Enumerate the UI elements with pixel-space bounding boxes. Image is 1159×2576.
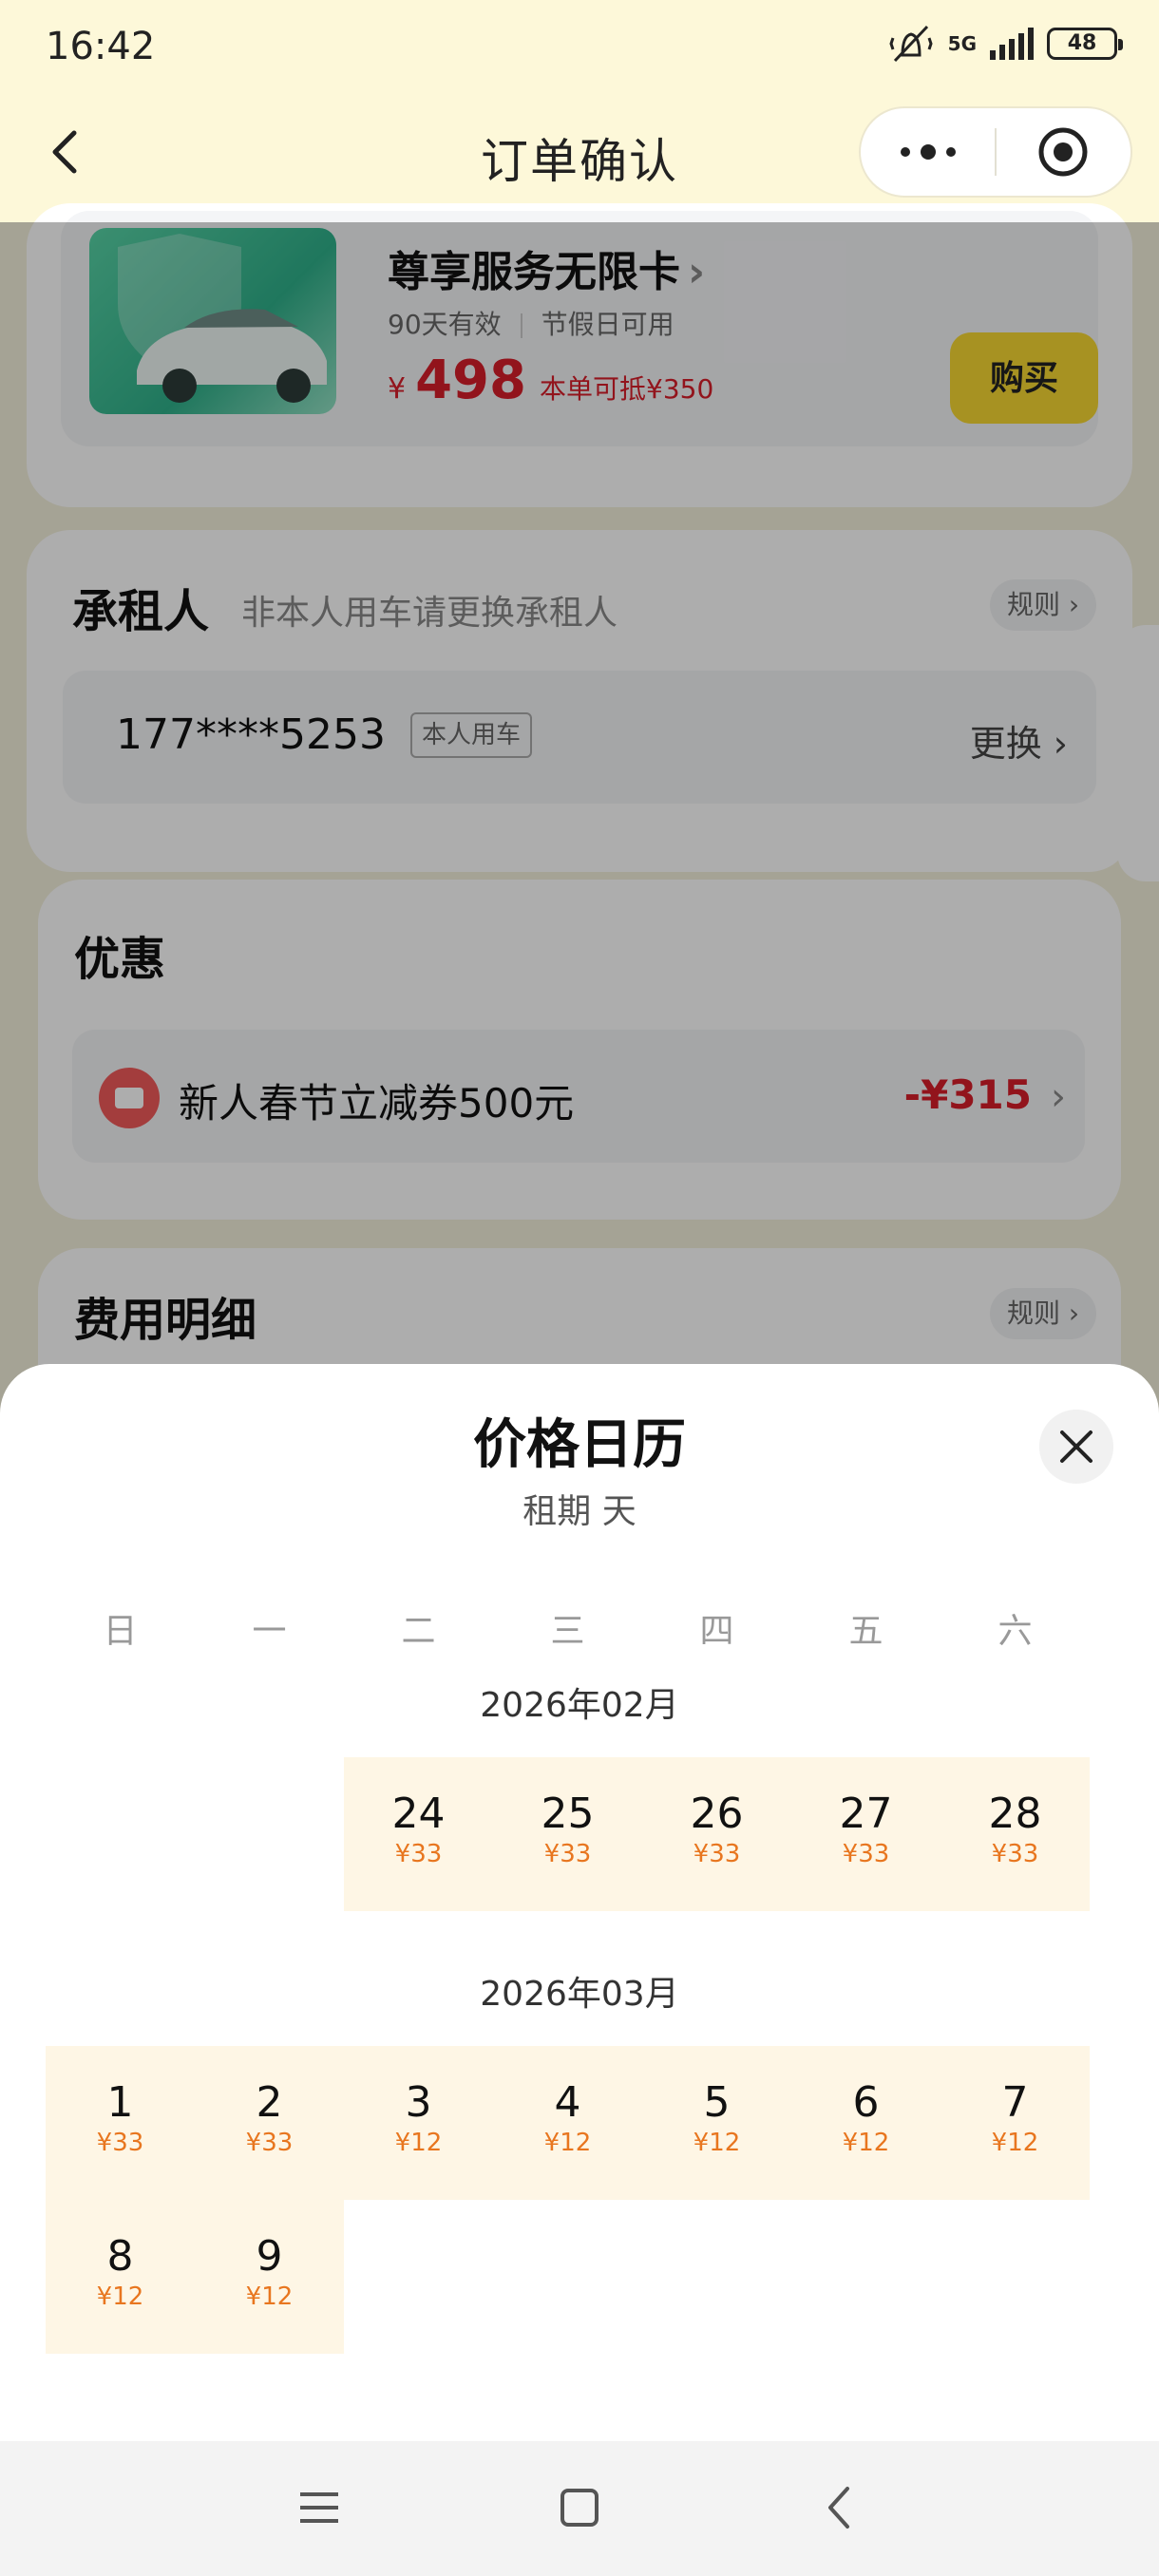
battery-icon: 48 [1047,28,1123,60]
day-number: 9 [256,2232,283,2281]
status-bar: 16:42 5G 48 [0,0,1159,95]
weekday-label: 二 [401,1612,436,1651]
month-grid-feb: 24 ¥33 25 ¥33 26 ¥33 27 ¥33 28 ¥33 [46,1757,1091,1911]
weekday-label: 六 [998,1612,1033,1651]
close-icon[interactable] [1039,1410,1113,1484]
day-number: 24 [391,1790,446,1838]
month-label: 2026年03月 [480,1975,679,2014]
weekday-label: 一 [252,1612,287,1651]
month-label: 2026年02月 [480,1686,679,1725]
signal-icon [990,28,1034,60]
calendar-day[interactable]: 5 ¥12 [642,2046,791,2200]
calendar-day[interactable]: 26 ¥33 [642,1757,791,1911]
nav-back-icon[interactable] [811,2479,868,2536]
weekday-header: 日一二三四五六 [46,1603,1091,1660]
calendar-day[interactable]: 1 ¥33 [46,2046,195,2200]
home-icon[interactable] [551,2479,608,2536]
day-price: ¥33 [96,2129,144,2157]
day-number: 5 [703,2078,731,2127]
day-number: 7 [1001,2078,1029,2127]
network-type: 5G [947,32,977,55]
day-price: ¥12 [693,2129,741,2157]
calendar-day[interactable]: 9 ¥12 [195,2200,344,2354]
weekday-label: 四 [699,1612,734,1651]
status-time: 16:42 [46,25,156,68]
more-button[interactable] [861,108,995,196]
calendar-day[interactable]: 4 ¥12 [493,2046,642,2200]
day-number: 8 [106,2232,134,2281]
more-dots-icon [900,144,956,160]
day-price: ¥12 [543,2129,592,2157]
day-number: 1 [106,2078,134,2127]
day-number: 28 [988,1790,1042,1838]
exit-button[interactable] [997,108,1130,196]
day-number: 27 [839,1790,893,1838]
calendar-day[interactable]: 2 ¥33 [195,2046,344,2200]
day-number: 6 [852,2078,880,2127]
weekday-label: 三 [550,1612,585,1651]
menu-icon[interactable] [291,2479,348,2536]
rental-period: 租期 天 [522,1492,636,1531]
day-price: ¥12 [991,2129,1039,2157]
calendar-day[interactable]: 28 ¥33 [940,1757,1090,1911]
day-number: 2 [256,2078,283,2127]
day-number: 3 [405,2078,432,2127]
calendar-empty-cell [195,1757,344,1911]
calendar-day[interactable]: 7 ¥12 [940,2046,1090,2200]
day-price: ¥33 [693,1840,741,1868]
calendar-day[interactable]: 27 ¥33 [791,1757,940,1911]
calendar-day[interactable]: 25 ¥33 [493,1757,642,1911]
day-price: ¥33 [543,1840,592,1868]
day-number: 25 [541,1790,595,1838]
day-price: ¥12 [394,2129,443,2157]
target-circle-icon [1038,127,1088,177]
calendar-day[interactable]: 8 ¥12 [46,2200,195,2354]
vibrate-off-icon [889,25,933,63]
day-number: 4 [554,2078,581,2127]
weekday-label: 日 [103,1612,138,1651]
day-price: ¥33 [394,1840,443,1868]
calendar-day[interactable]: 3 ¥12 [344,2046,493,2200]
mini-program-capsule [859,106,1132,198]
calendar-day[interactable]: 24 ¥33 [344,1757,493,1911]
calendar-title: 价格日历 [473,1414,686,1476]
day-price: ¥12 [245,2282,294,2311]
day-price: ¥33 [245,2129,294,2157]
status-icons: 5G 48 [887,23,1123,65]
day-number: 26 [690,1790,744,1838]
day-price: ¥33 [991,1840,1039,1868]
system-nav-bar [0,2441,1159,2576]
month-grid-mar: 1 ¥33 2 ¥33 3 ¥12 4 ¥12 5 ¥12 6 ¥12 7 ¥12 8 ¥12 9 ¥12 [46,2046,1091,2354]
weekday-label: 五 [848,1612,884,1651]
calendar-empty-cell [46,1757,195,1911]
price-calendar-sheet: 价格日历 租期 天 日一二三四五六 2026年02月 24 ¥33 25 ¥33 26 ¥… [0,1364,1159,2576]
day-price: ¥12 [96,2282,144,2311]
calendar-day[interactable]: 6 ¥12 [791,2046,940,2200]
day-price: ¥33 [842,1840,890,1868]
day-price: ¥12 [842,2129,890,2157]
